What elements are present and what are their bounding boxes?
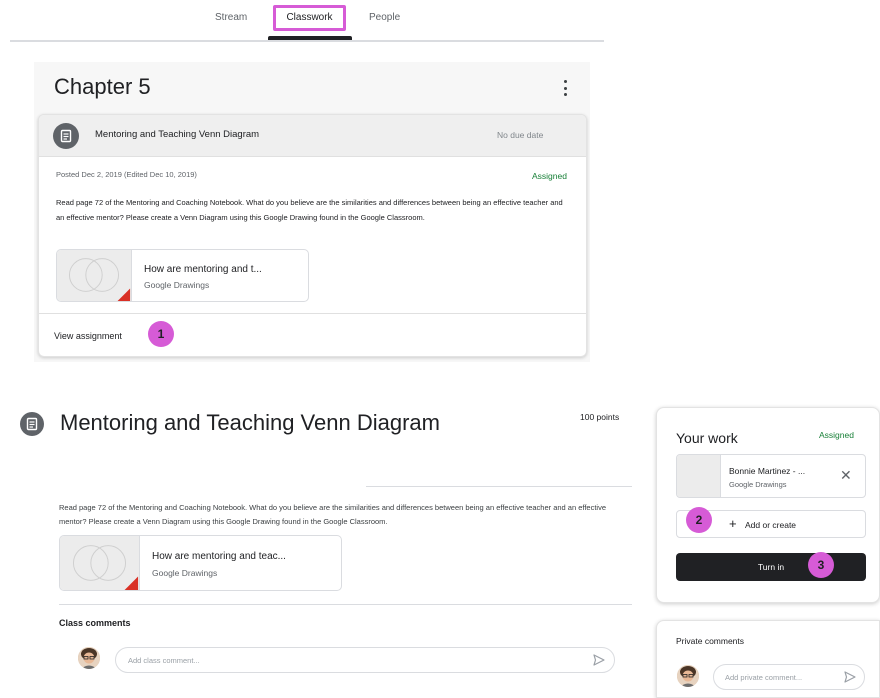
plus-icon: +: [729, 516, 737, 531]
drawing-thumbnail: [57, 250, 132, 301]
send-icon[interactable]: [592, 653, 606, 667]
title-divider: [366, 486, 632, 487]
private-comment-placeholder: Add private comment...: [725, 673, 803, 682]
send-icon[interactable]: [843, 670, 857, 684]
step-badge-3: 3: [808, 552, 834, 578]
comments-divider: [59, 604, 632, 605]
private-comment-input[interactable]: Add private comment...: [713, 664, 865, 690]
more-vert-icon[interactable]: [562, 80, 568, 96]
avatar: [78, 647, 100, 669]
class-comments-label: Class comments: [59, 618, 131, 628]
drawing-thumbnail: [60, 536, 140, 590]
submission-file[interactable]: Bonnie Martinez - ... Google Drawings ✕: [676, 454, 866, 498]
assignment-card-header[interactable]: Mentoring and Teaching Venn Diagram No d…: [39, 115, 586, 157]
topic-title: Chapter 5: [54, 74, 151, 99]
turn-in-button[interactable]: Turn in: [676, 553, 866, 581]
status-badge: Assigned: [532, 171, 567, 181]
attachment-type: Google Drawings: [144, 280, 210, 290]
class-comment-placeholder: Add class comment...: [128, 656, 200, 665]
due-date: No due date: [497, 130, 544, 140]
tab-classwork[interactable]: Classwork: [273, 5, 346, 31]
attachment-type: Google Drawings: [152, 568, 218, 578]
page-title: Mentoring and Teaching Venn Diagram: [60, 410, 440, 435]
assignment-description: Read page 72 of the Mentoring and Coachi…: [56, 198, 563, 222]
assignment-card-footer: View assignment: [39, 313, 586, 356]
assignment-icon: [53, 123, 79, 149]
file-thumbnail: [677, 455, 721, 497]
view-assignment-link[interactable]: View assignment: [54, 331, 122, 341]
points-label: 100 points: [580, 412, 620, 422]
status-badge: Assigned: [819, 430, 854, 440]
step-badge-1: 1: [148, 321, 174, 347]
class-comment-input[interactable]: Add class comment...: [115, 647, 615, 673]
assignment-description: Read page 72 of the Mentoring and Coachi…: [59, 503, 607, 526]
assignment-icon: [20, 412, 44, 436]
attachment-title: How are mentoring and teac...: [152, 551, 286, 562]
assignment-title: Mentoring and Teaching Venn Diagram: [95, 129, 260, 140]
tab-people[interactable]: People: [369, 12, 400, 23]
file-type: Google Drawings: [729, 480, 787, 489]
add-or-create-label: Add or create: [745, 520, 797, 530]
your-work-title: Your work: [676, 430, 738, 446]
file-name: Bonnie Martinez - ...: [729, 466, 806, 476]
posted-date: Posted Dec 2, 2019 (Edited Dec 10, 2019): [56, 170, 197, 179]
your-work-card: Your work Assigned Bonnie Martinez - ...…: [656, 407, 880, 603]
attachment-card[interactable]: How are mentoring and teac... Google Dra…: [59, 535, 342, 591]
attachment-title: How are mentoring and t...: [144, 264, 262, 275]
avatar: [677, 665, 699, 687]
private-comments-card: Private comments Add private comment...: [656, 620, 880, 698]
tab-stream[interactable]: Stream: [215, 12, 247, 23]
assignment-card[interactable]: Mentoring and Teaching Venn Diagram No d…: [38, 114, 587, 357]
close-icon[interactable]: ✕: [840, 468, 852, 482]
nav-divider: [10, 40, 604, 42]
step-badge-2: 2: [686, 507, 712, 533]
private-comments-title: Private comments: [676, 636, 745, 646]
attachment-card[interactable]: How are mentoring and t... Google Drawin…: [56, 249, 309, 302]
